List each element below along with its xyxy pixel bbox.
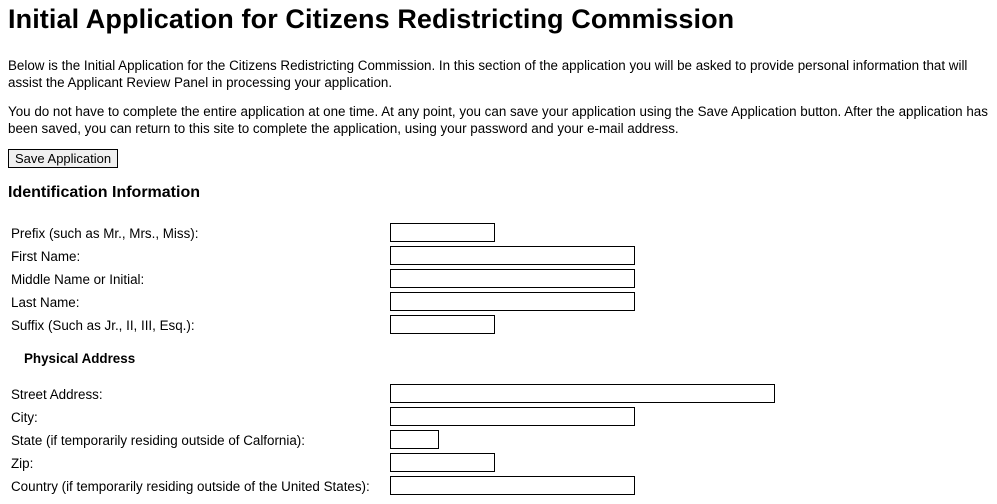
zip-input[interactable] (390, 453, 495, 472)
state-input[interactable] (390, 430, 439, 449)
middle-name-input[interactable] (390, 269, 635, 288)
intro-paragraph-2: You do not have to complete the entire a… (8, 104, 988, 136)
state-label: State (if temporarily residing outside o… (11, 433, 305, 448)
last-name-input[interactable] (390, 292, 635, 311)
first-name-input[interactable] (390, 246, 635, 265)
last-name-label: Last Name: (11, 295, 80, 310)
city-label: City: (11, 410, 38, 425)
identification-heading: Identification Information (8, 184, 200, 201)
country-input[interactable] (390, 476, 635, 495)
save-application-button[interactable]: Save Application (8, 149, 119, 168)
prefix-input[interactable] (390, 223, 495, 242)
country-label: Country (if temporarily residing outside… (11, 479, 370, 494)
suffix-input[interactable] (390, 315, 495, 334)
intro-paragraph-1: Below is the Initial Application for the… (8, 58, 968, 90)
street-address-label: Street Address: (11, 387, 103, 402)
suffix-label: Suffix (Such as Jr., II, III, Esq.): (11, 318, 195, 333)
application-page: Initial Application for Citizens Redistr… (0, 0, 997, 504)
street-address-input[interactable] (390, 384, 775, 403)
physical-address-heading: Physical Address (24, 351, 136, 366)
first-name-label: First Name: (11, 249, 81, 264)
prefix-label: Prefix (such as Mr., Mrs., Miss): (11, 226, 199, 241)
city-input[interactable] (390, 407, 635, 426)
middle-name-label: Middle Name or Initial: (11, 272, 145, 287)
zip-label: Zip: (11, 456, 34, 471)
page-title: Initial Application for Citizens Redistr… (8, 4, 735, 34)
